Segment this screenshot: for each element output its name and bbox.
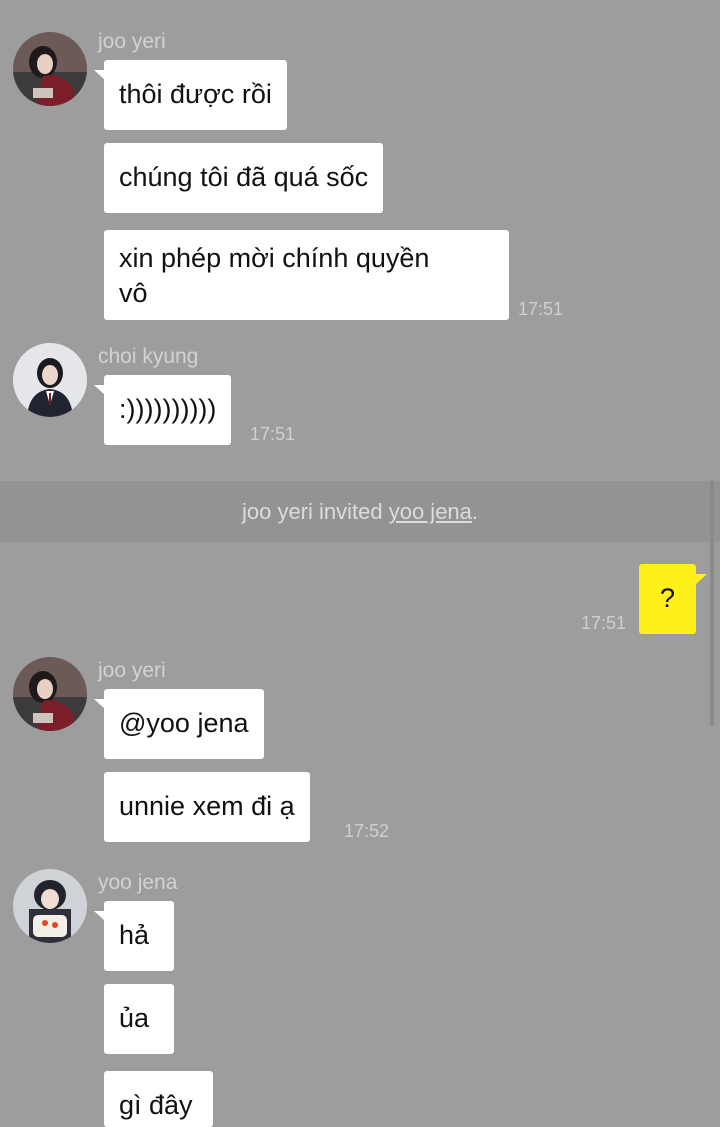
avatar-choi-kyung[interactable] — [13, 343, 87, 417]
message-text: :)))))))))) — [119, 394, 217, 424]
notice-inviter: joo yeri — [241, 499, 313, 524]
profile-photo-icon — [13, 869, 87, 943]
message-time: 17:51 — [581, 613, 627, 633]
notice-invitee-link[interactable]: yoo jena — [389, 499, 472, 524]
profile-photo-icon — [13, 657, 87, 731]
notice-end: . — [471, 499, 479, 524]
sender-name: joo yeri — [98, 30, 166, 53]
message-bubble[interactable]: xin phép mời chính quyền vô — [104, 230, 509, 320]
sender-name: joo yeri — [98, 659, 166, 682]
avatar-joo-yeri[interactable] — [13, 32, 87, 106]
message-text: vô — [119, 278, 148, 308]
my-message-bubble[interactable]: ? — [639, 564, 707, 634]
notice-verb: invited — [312, 499, 389, 524]
message-time: 17:51 — [250, 424, 296, 444]
message-text: xin phép mời chính quyền — [119, 243, 430, 273]
message-time: 17:51 — [518, 299, 564, 319]
profile-photo-icon — [13, 32, 87, 106]
message-bubble[interactable]: @yoo jena — [94, 689, 264, 759]
message-bubble[interactable]: gì đây — [104, 1071, 213, 1127]
profile-photo-icon — [13, 343, 87, 417]
message-bubble[interactable]: :)))))))))) — [93, 375, 232, 445]
sender-name: yoo jena — [98, 871, 178, 894]
message-text: ? — [659, 583, 676, 613]
message-text: hả — [119, 920, 150, 950]
message-text: chúng tôi đã quá sốc — [119, 162, 369, 192]
message-bubble[interactable]: hả — [94, 901, 174, 971]
invite-notice: joo yeri invited yoo jena. — [0, 481, 720, 542]
scrollbar[interactable] — [710, 480, 714, 726]
message-text: @yoo jena — [119, 708, 249, 738]
message-text: gì đây — [119, 1090, 193, 1120]
message-bubble[interactable]: thôi được rồi — [94, 60, 287, 130]
message-text: ủa — [119, 1003, 150, 1033]
message-bubble[interactable]: chúng tôi đã quá sốc — [104, 143, 384, 213]
sender-name: choi kyung — [98, 345, 199, 368]
message-text: unnie xem đi ạ — [119, 791, 295, 821]
message-bubble[interactable]: ủa — [104, 984, 174, 1054]
message-time: 17:52 — [344, 821, 390, 841]
avatar-yoo-jena[interactable] — [13, 869, 87, 943]
message-text: thôi được rồi — [119, 79, 272, 109]
message-bubble[interactable]: unnie xem đi ạ — [104, 772, 310, 842]
avatar-joo-yeri[interactable] — [13, 657, 87, 731]
